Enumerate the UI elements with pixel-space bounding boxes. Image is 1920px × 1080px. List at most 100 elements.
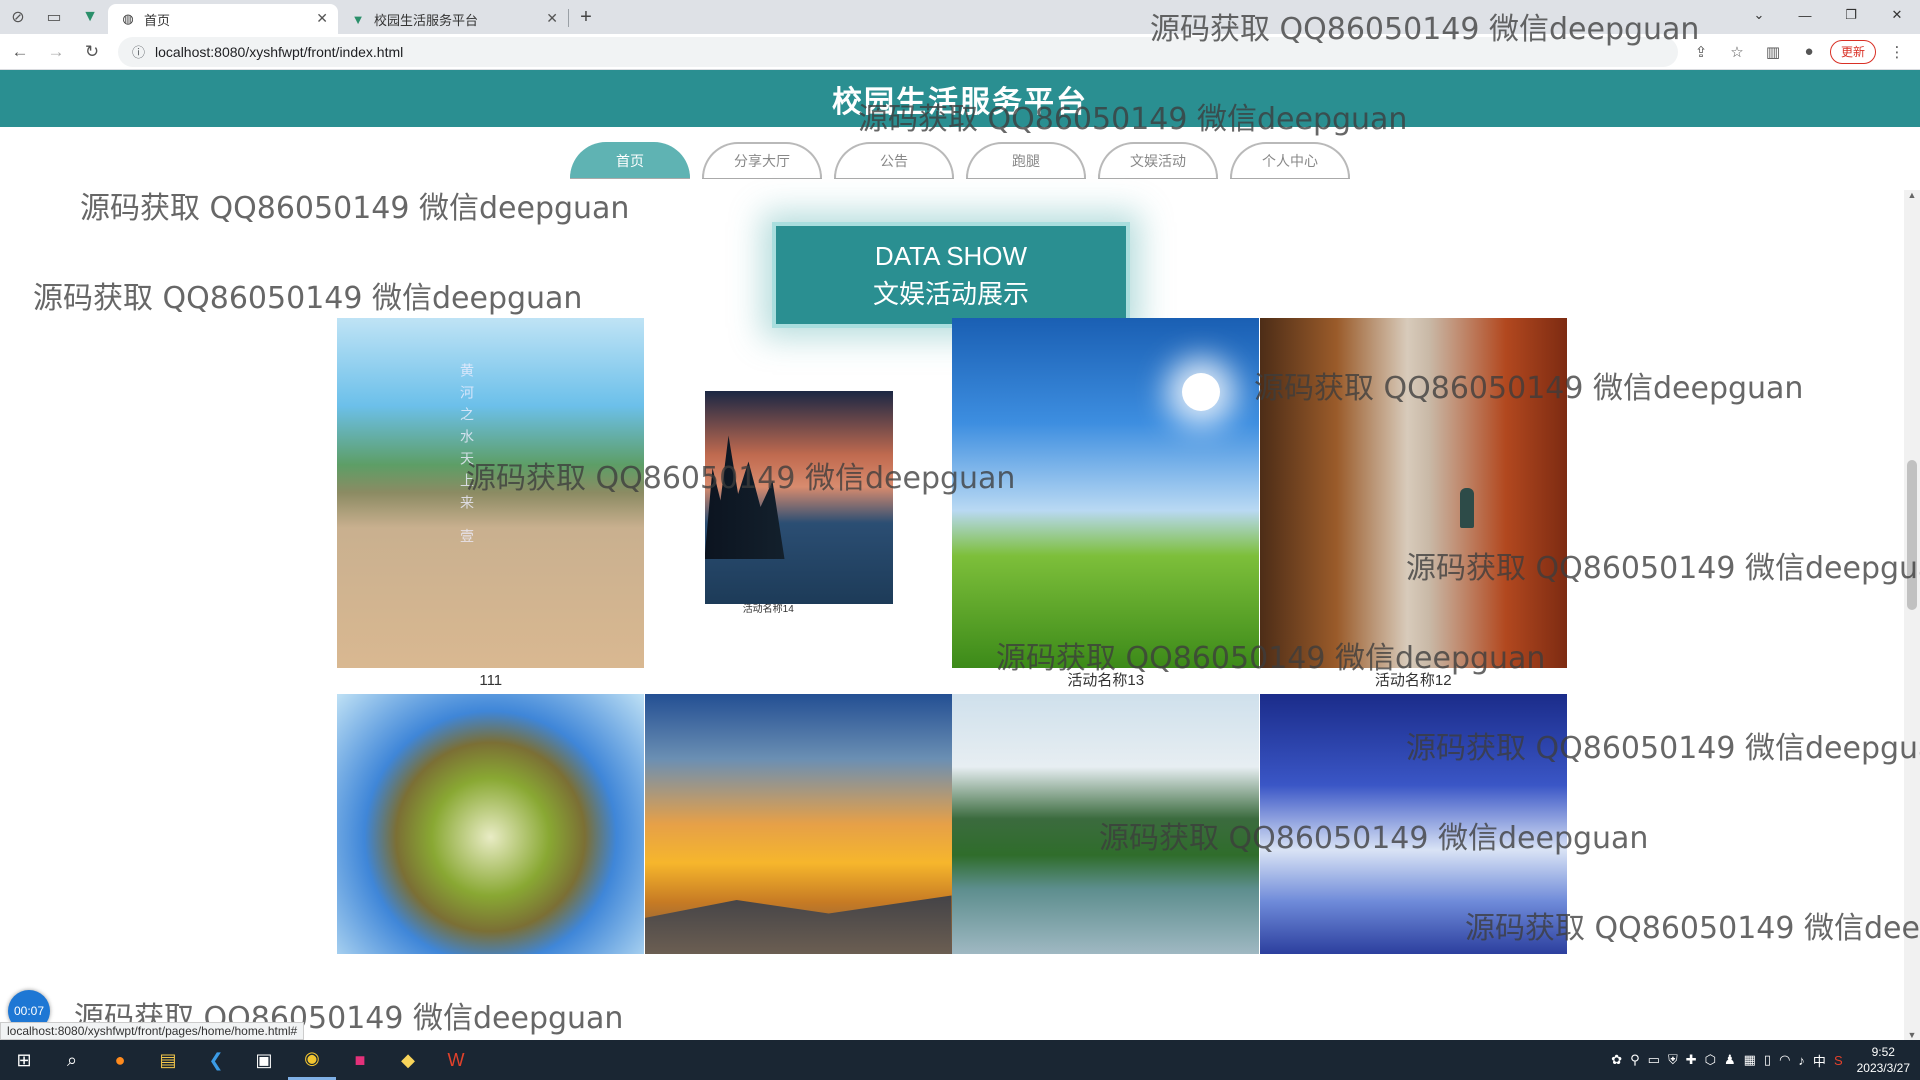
page-viewport: 校园生活服务平台 首页 分享大厅 公告 跑腿 文娱活动 个人中心 DATA SH… — [0, 70, 1920, 1040]
tray-icon[interactable]: ⬡ — [1705, 1052, 1716, 1068]
activity-caption[interactable]: 111 — [337, 668, 645, 694]
activity-gallery: 黄河之水天上来 壹 111 活动名称14 活动名称13 活动名称12 — [337, 318, 1567, 954]
nav-share-hall[interactable]: 分享大厅 — [702, 142, 822, 178]
minimize-button[interactable]: — — [1782, 0, 1828, 30]
new-tab-button[interactable]: + — [569, 0, 603, 34]
firefox-icon[interactable]: ● — [96, 1040, 144, 1080]
gallery-item[interactable]: 黄河之水天上来 壹 111 — [337, 318, 645, 694]
ime-indicator[interactable]: 中 — [1813, 1051, 1826, 1070]
sun — [1182, 373, 1220, 411]
address-bar: ← → ↻ ⓘ localhost:8080/xyshfwpt/front/in… — [0, 34, 1920, 70]
globe-icon: ◍ — [122, 11, 134, 26]
url-field[interactable]: ⓘ localhost:8080/xyshfwpt/front/index.ht… — [118, 36, 1678, 67]
tab-platform[interactable]: ▼ 校园生活服务平台 ✕ — [338, 4, 568, 34]
tab-home-title: 首页 — [144, 12, 171, 28]
vue-tab-icon[interactable]: ▼ — [72, 0, 108, 34]
gallery-item[interactable]: 活动名称12 — [1259, 318, 1568, 694]
intellij-icon[interactable]: ■ — [336, 1040, 384, 1080]
scroll-thumb[interactable] — [1907, 460, 1917, 610]
activity-image[interactable] — [1259, 694, 1567, 954]
clock-date: 2023/3/27 — [1856, 1061, 1910, 1075]
star-icon[interactable]: ☆ — [1722, 37, 1752, 67]
url-text: localhost:8080/xyshfwpt/front/index.html — [155, 43, 404, 60]
info-icon[interactable]: ⓘ — [132, 42, 145, 61]
terminal-icon[interactable]: ▣ — [240, 1040, 288, 1080]
taskbar: ⊞ ⌕ ● ▤ ❮ ▣ ◉ ■ ◆ W ✿ ⚲ ▭ ⛨ ✚ ⬡ ♟ ▦ ▯ ◠ … — [0, 1040, 1920, 1080]
wps-icon[interactable]: W — [432, 1040, 480, 1080]
wifi-icon[interactable]: ◠ — [1779, 1052, 1790, 1068]
banner-line1: DATA SHOW — [874, 241, 1028, 271]
main-nav: 首页 分享大厅 公告 跑腿 文娱活动 个人中心 — [0, 142, 1920, 178]
file-explorer-icon[interactable]: ▤ — [144, 1040, 192, 1080]
chrome-icon[interactable]: ◉ — [288, 1040, 336, 1080]
site-title: 校园生活服务平台 — [832, 85, 1088, 119]
status-link-preview: localhost:8080/xyshfwpt/front/pages/home… — [0, 1022, 305, 1040]
tray-icon[interactable]: ▭ — [1648, 1052, 1660, 1068]
system-tray: ✿ ⚲ ▭ ⛨ ✚ ⬡ ♟ ▦ ▯ ◠ ♪ 中 S 9:52 2023/3/27 — [1611, 1044, 1920, 1076]
tab-platform-title: 校园生活服务平台 — [374, 12, 479, 28]
activity-caption[interactable]: 活动名称12 — [1260, 668, 1568, 694]
activity-caption[interactable]: 活动名称13 — [952, 668, 1260, 694]
tray-icon[interactable]: ▦ — [1744, 1052, 1756, 1068]
vscode-icon[interactable]: ❮ — [192, 1040, 240, 1080]
app-icon[interactable]: ◆ — [384, 1040, 432, 1080]
update-button[interactable]: 更新 — [1829, 39, 1876, 64]
tab-home[interactable]: ◍ 首页 ✕ — [108, 4, 338, 34]
nav-profile[interactable]: 个人中心 — [1230, 142, 1350, 178]
gallery-item[interactable]: 活动名称13 — [952, 318, 1260, 694]
gallery-item[interactable]: 活动名称14 — [645, 318, 953, 694]
search-icon[interactable]: ⌕ — [48, 1040, 96, 1080]
activity-image[interactable] — [704, 391, 893, 604]
gallery-row-1: 黄河之水天上来 壹 111 活动名称14 活动名称13 活动名称12 — [337, 318, 1567, 694]
tray-icon[interactable]: ✿ — [1611, 1052, 1622, 1068]
nav-errand[interactable]: 跑腿 — [966, 142, 1086, 178]
activity-image[interactable] — [337, 694, 644, 954]
sogou-icon[interactable]: S — [1834, 1053, 1843, 1068]
gallery-item[interactable] — [644, 694, 953, 954]
activity-image[interactable] — [952, 694, 1259, 954]
activity-image[interactable] — [644, 694, 952, 954]
sidepanel-icon[interactable]: ▥ — [1758, 37, 1788, 67]
back-icon[interactable]: ← — [4, 36, 36, 68]
data-show-banner: DATA SHOW 文娱活动展示 — [772, 222, 1130, 328]
nav-notice[interactable]: 公告 — [834, 142, 954, 178]
reload-icon[interactable]: ↻ — [76, 36, 108, 68]
tray-icon[interactable]: ♟ — [1724, 1052, 1736, 1068]
rock-shore — [644, 895, 952, 954]
close-tab-icon[interactable]: ✕ — [546, 10, 558, 27]
gallery-item[interactable] — [337, 694, 645, 954]
nav-activities[interactable]: 文娱活动 — [1098, 142, 1218, 178]
menu-icon[interactable]: ⋮ — [1882, 37, 1912, 67]
nav-home[interactable]: 首页 — [570, 142, 690, 178]
close-tab-icon[interactable]: ✕ — [316, 10, 328, 27]
tab-search-icon[interactable]: ⌄ — [1736, 0, 1782, 30]
person-figure — [1459, 488, 1474, 528]
forward-icon[interactable]: → — [40, 36, 72, 68]
clock-time: 9:52 — [1871, 1045, 1895, 1059]
activity-image[interactable] — [1259, 318, 1567, 668]
page-scrollbar[interactable]: ▲ ▼ — [1904, 190, 1920, 1040]
tray-icon[interactable]: ⚲ — [1630, 1052, 1640, 1068]
battery-icon[interactable]: ▯ — [1764, 1052, 1771, 1068]
clock[interactable]: 9:52 2023/3/27 — [1857, 1044, 1910, 1076]
activity-image[interactable] — [952, 318, 1259, 668]
start-icon[interactable]: ⊞ — [0, 1040, 48, 1080]
scroll-up-icon[interactable]: ▲ — [1904, 190, 1920, 200]
maximize-button[interactable]: ❐ — [1828, 0, 1874, 30]
pinned-tab[interactable]: ▭ — [36, 0, 72, 34]
scroll-down-icon[interactable]: ▼ — [1904, 1030, 1920, 1040]
activity-caption[interactable]: 活动名称14 — [585, 604, 953, 624]
window-controls: ⌄ — ❐ ✕ — [1736, 0, 1920, 34]
browser-menu-icon[interactable]: ⊘ — [0, 0, 36, 34]
volume-icon[interactable]: ♪ — [1798, 1053, 1805, 1068]
gallery-item[interactable] — [952, 694, 1260, 954]
tray-icon[interactable]: ⛨ — [1668, 1052, 1678, 1068]
site-header: 校园生活服务平台 — [0, 70, 1920, 127]
browser-tab-strip: ⊘ ▭ ▼ ◍ 首页 ✕ ▼ 校园生活服务平台 ✕ + ⌄ — ❐ ✕ — [0, 0, 1920, 34]
banner-line2: 文娱活动展示 — [872, 279, 1029, 309]
close-window-button[interactable]: ✕ — [1874, 0, 1920, 30]
profile-icon[interactable]: ● — [1794, 37, 1824, 67]
tray-icon[interactable]: ✚ — [1686, 1052, 1697, 1068]
share-icon[interactable]: ⇪ — [1686, 37, 1716, 67]
gallery-item[interactable] — [1259, 694, 1568, 954]
